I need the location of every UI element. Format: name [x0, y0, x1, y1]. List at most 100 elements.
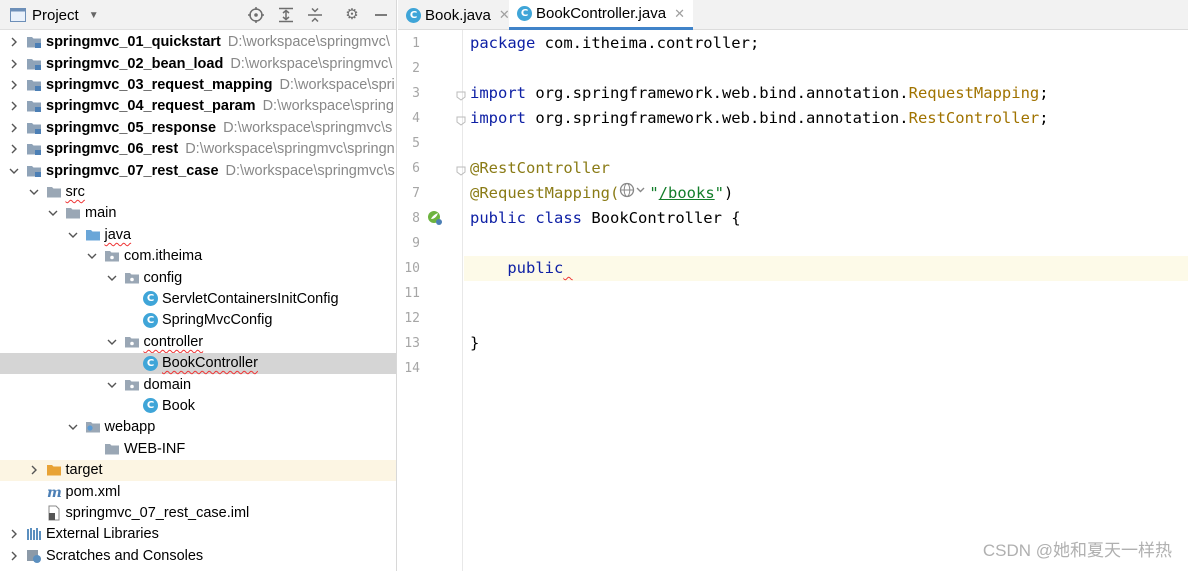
tree-item[interactable]: C Book: [0, 395, 396, 416]
chevron-right-icon[interactable]: [8, 122, 20, 134]
chevron-down-icon[interactable]: [86, 250, 98, 262]
package-icon: [124, 270, 140, 286]
code-token: ;: [1039, 109, 1049, 127]
code-line[interactable]: [464, 281, 1188, 306]
tree-item[interactable]: springmvc_07_rest_case D:\workspace\sprin…: [0, 160, 396, 181]
code-token: BookController {: [591, 209, 741, 227]
module-folder-icon: [26, 141, 42, 157]
code-area[interactable]: package com.itheima.controller; import or…: [464, 30, 1188, 571]
tree-item[interactable]: springmvc_06_rest D:\workspace\springmvc\…: [0, 139, 396, 160]
folder-icon: [65, 205, 81, 221]
chevron-right-icon[interactable]: [8, 550, 20, 562]
tree-item[interactable]: target: [0, 459, 396, 481]
chevron-down-icon[interactable]: [47, 207, 59, 219]
tree-item[interactable]: m pom.xml: [0, 481, 396, 502]
editor-tab-bar: C Book.java ✕ C BookController.java ✕: [398, 0, 1188, 30]
chevron-down-icon[interactable]: [28, 186, 40, 198]
code-token: RequestMapping: [908, 84, 1040, 102]
code-line[interactable]: public: [464, 256, 1188, 281]
tree-item[interactable]: springmvc_03_request_mapping D:\workspace…: [0, 74, 396, 95]
tree-item[interactable]: src: [0, 181, 396, 202]
tree-item[interactable]: C SpringMvcConfig: [0, 310, 396, 331]
tree-item-label: springmvc_07_rest_case: [46, 162, 219, 179]
tree-item[interactable]: java: [0, 224, 396, 245]
chevron-right-icon[interactable]: [8, 143, 20, 155]
chevron-down-icon[interactable]: [106, 336, 118, 348]
tree-item[interactable]: springmvc_07_rest_case.iml: [0, 502, 396, 523]
spring-bean-gutter-icon[interactable]: [427, 210, 443, 226]
tree-item-label: springmvc_06_rest: [46, 141, 179, 158]
folder-icon: [46, 184, 62, 200]
tree-item-label: springmvc_03_request_mapping: [46, 76, 273, 93]
line-number: 3: [412, 86, 420, 101]
code-token: ;: [1039, 84, 1049, 102]
code-token: import: [470, 109, 536, 127]
project-view-selector[interactable]: Project ▼: [10, 5, 99, 25]
tree-item[interactable]: springmvc_04_request_param D:\workspace\s…: [0, 96, 396, 117]
chevron-right-icon[interactable]: [8, 100, 20, 112]
tree-item[interactable]: External Libraries: [0, 524, 396, 545]
tree-item[interactable]: springmvc_05_response D:\workspace\spring…: [0, 117, 396, 138]
code-line[interactable]: import org.springframework.web.bind.anno…: [464, 106, 1188, 131]
code-line[interactable]: package com.itheima.controller;: [464, 31, 1188, 56]
tab-book-java[interactable]: C Book.java ✕: [398, 0, 518, 30]
tree-item[interactable]: domain: [0, 374, 396, 395]
chevron-down-icon: ▼: [88, 9, 99, 21]
chevron-down-icon[interactable]: [106, 379, 118, 391]
code-line[interactable]: [464, 231, 1188, 256]
tree-item-label: springmvc_04_request_param: [46, 98, 256, 115]
close-icon[interactable]: ✕: [674, 6, 685, 22]
collapse-all-icon[interactable]: [307, 7, 323, 23]
source-folder-icon: [85, 227, 101, 243]
code-line[interactable]: import org.springframework.web.bind.anno…: [464, 81, 1188, 106]
code-line[interactable]: [464, 56, 1188, 81]
tree-item[interactable]: com.itheima: [0, 246, 396, 267]
tree-item-path: D:\workspace\springmvc\: [227, 34, 390, 51]
tree-item[interactable]: webapp: [0, 417, 396, 438]
tree-item[interactable]: Scratches and Consoles: [0, 545, 396, 566]
class-icon: C: [517, 6, 532, 21]
chevron-down-icon[interactable]: [106, 272, 118, 284]
line-number: 4: [412, 111, 420, 126]
code-line[interactable]: @RequestMapping("/books"): [464, 181, 1188, 206]
tree-item[interactable]: WEB-INF: [0, 438, 396, 459]
chevron-down-icon[interactable]: [67, 229, 79, 241]
tree-item[interactable]: C BookController: [0, 352, 396, 374]
code-line[interactable]: [464, 131, 1188, 156]
chevron-right-icon[interactable]: [28, 464, 40, 476]
gear-icon[interactable]: ⚙: [344, 7, 360, 23]
package-icon: [124, 377, 140, 393]
code-token: @RequestMapping(: [470, 184, 620, 202]
class-icon: C: [143, 398, 158, 414]
chevron-right-icon[interactable]: [8, 36, 20, 48]
tree-item-label: domain: [143, 376, 192, 393]
chevron-down-icon[interactable]: [67, 421, 79, 433]
chevron-right-icon[interactable]: [8, 79, 20, 91]
chevron-right-icon[interactable]: [8, 528, 20, 540]
code-line[interactable]: public class BookController {: [464, 206, 1188, 231]
hide-panel-icon[interactable]: [373, 7, 389, 23]
tree-item[interactable]: config: [0, 267, 396, 288]
code-line[interactable]: @RestController: [464, 156, 1188, 181]
tree-item[interactable]: springmvc_01_quickstart D:\workspace\spri…: [0, 32, 396, 53]
tree-item[interactable]: C ServletContainersInitConfig: [0, 288, 396, 309]
chevron-down-icon[interactable]: [8, 165, 20, 177]
expand-all-icon[interactable]: [278, 7, 294, 23]
module-folder-icon: [26, 77, 42, 93]
tree-item-label: src: [65, 183, 85, 200]
globe-icon[interactable]: [619, 181, 649, 206]
code-line[interactable]: }: [464, 331, 1188, 356]
tree-item[interactable]: springmvc_02_bean_load D:\workspace\sprin…: [0, 53, 396, 74]
line-number: 1: [412, 36, 420, 51]
tree-item-label: main: [85, 205, 117, 222]
tab-bookcontroller-java[interactable]: C BookController.java ✕: [509, 0, 693, 30]
code-line[interactable]: [464, 306, 1188, 331]
chevron-right-icon[interactable]: [8, 58, 20, 70]
tree-item-label: springmvc_07_rest_case.iml: [65, 504, 250, 521]
tree-item[interactable]: main: [0, 203, 396, 224]
code-line[interactable]: [464, 356, 1188, 381]
tree-item[interactable]: controller: [0, 331, 396, 352]
locate-file-icon[interactable]: [248, 7, 264, 23]
